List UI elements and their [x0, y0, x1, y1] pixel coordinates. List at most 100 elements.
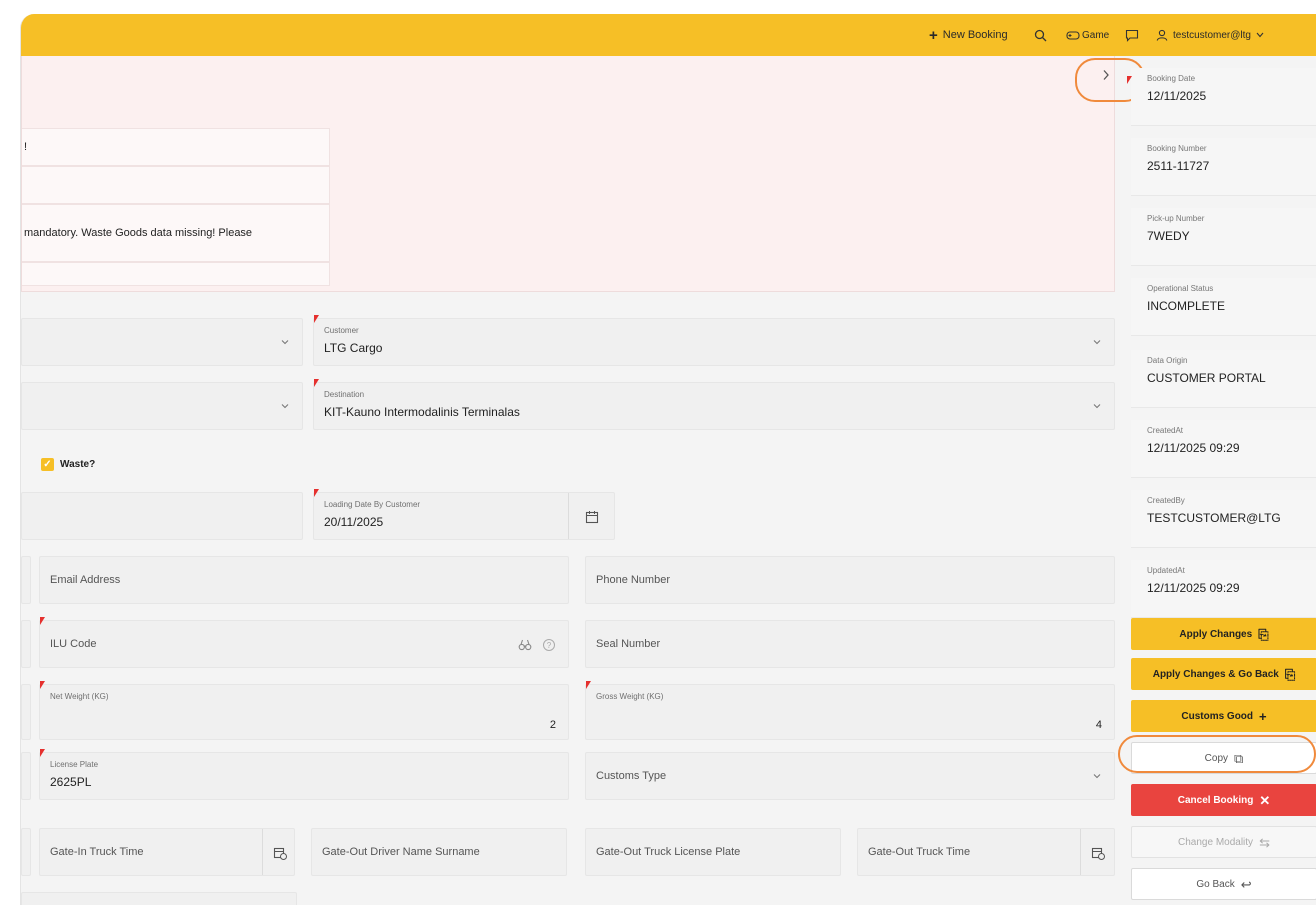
new-booking-button[interactable]: + New Booking: [929, 14, 1008, 56]
new-booking-label: New Booking: [942, 29, 1008, 41]
booking-form-area: ! mandatory. Waste Goods data missing! P…: [21, 56, 1145, 905]
customs-type-placeholder: Customs Type: [596, 770, 667, 782]
apply-changes-go-back-button[interactable]: Apply Changes & Go Back ⎘: [1131, 658, 1316, 690]
email-placeholder: Email Address: [50, 574, 121, 586]
save-icon: ⎘: [1258, 626, 1269, 642]
user-menu[interactable]: testcustomer@ltg: [1156, 14, 1264, 56]
required-marker: [586, 681, 591, 689]
calendar-clock-icon[interactable]: [1091, 846, 1105, 860]
go-back-button[interactable]: Go Back ↩: [1131, 868, 1316, 900]
user-icon: [1156, 29, 1168, 41]
gate-in-truck-time-field[interactable]: Gate-In Truck Time: [39, 828, 295, 876]
seal-number-field[interactable]: Seal Number: [585, 620, 1115, 668]
apply-changes-label: Apply Changes: [1179, 628, 1253, 640]
chevron-down-icon: [1093, 340, 1101, 345]
search-icon: [1034, 29, 1047, 41]
go-back-label: Go Back: [1196, 878, 1235, 890]
loading-date-label: Loading Date By Customer: [324, 500, 421, 509]
required-marker: [40, 681, 45, 689]
left-input-5[interactable]: [21, 620, 31, 668]
net-weight-field[interactable]: Net Weight (KG) 2: [39, 681, 569, 740]
updated-at-item: UpdatedAt 12/11/2025 09:29: [1131, 560, 1316, 618]
gross-weight-field[interactable]: Gross Weight (KG) 4: [585, 681, 1115, 740]
chevron-right-icon: [1103, 70, 1109, 80]
data-origin-item: Data Origin CUSTOMER PORTAL: [1131, 350, 1316, 408]
calendar-icon[interactable]: [585, 510, 599, 524]
cancel-booking-label: Cancel Booking: [1177, 794, 1254, 806]
booking-info-panel: Booking Date 12/11/2025 Booking Number 2…: [1127, 56, 1316, 905]
help-icon[interactable]: ?: [542, 638, 556, 652]
search-button[interactable]: [1034, 14, 1047, 56]
left-input-6[interactable]: [21, 684, 31, 740]
created-by-item: CreatedBy TESTCUSTOMER@LTG: [1131, 490, 1316, 548]
change-modality-label: Change Modality: [1178, 836, 1254, 848]
error-message-1: !: [22, 128, 330, 166]
operational-status-item: Operational Status INCOMPLETE: [1131, 278, 1316, 336]
waste-checkbox[interactable]: ✓ Waste?: [41, 458, 95, 471]
game-controller-icon: [1066, 31, 1080, 40]
user-email: testcustomer@ltg: [1173, 29, 1251, 41]
apply-changes-button[interactable]: Apply Changes ⎘: [1131, 618, 1316, 650]
chevron-down-icon: [1093, 774, 1101, 779]
required-marker: [1127, 76, 1132, 84]
chevron-down-icon: [281, 340, 289, 345]
phone-placeholder: Phone Number: [596, 574, 670, 586]
license-plate-value: 2625PL: [50, 775, 92, 789]
binoculars-icon[interactable]: [518, 638, 532, 652]
error-message-2: [22, 166, 330, 204]
copy-label: Copy: [1204, 752, 1229, 764]
required-marker: [314, 315, 319, 323]
chevron-down-icon: [1256, 32, 1264, 38]
customer-select[interactable]: Customer LTG Cargo: [313, 315, 1115, 366]
calendar-clock-icon[interactable]: [273, 846, 287, 860]
cancel-booking-button[interactable]: Cancel Booking ✕: [1131, 784, 1316, 816]
gate-out-driver-field[interactable]: Gate-Out Driver Name Surname: [311, 828, 567, 876]
change-modality-button[interactable]: Change Modality ⇆: [1131, 826, 1316, 858]
app-root: + New Booking Game testcustomer@ltg ! ma…: [0, 0, 1316, 905]
created-at-item: CreatedAt 12/11/2025 09:29: [1131, 420, 1316, 478]
game-label: Game: [1082, 29, 1110, 41]
game-button[interactable]: Game: [1066, 14, 1109, 56]
net-weight-label: Net Weight (KG): [50, 692, 109, 701]
copy-icon: ⧉: [1234, 750, 1244, 766]
gate-out-truck-time-field[interactable]: Gate-Out Truck Time: [857, 828, 1115, 876]
gate-out-driver-placeholder: Gate-Out Driver Name Surname: [322, 846, 480, 858]
left-input-8[interactable]: [21, 828, 31, 876]
left-input-3[interactable]: [21, 492, 303, 540]
chevron-down-icon: [281, 404, 289, 409]
destination-value: KIT-Kauno Intermodalinis Terminalas: [324, 405, 520, 419]
bottom-input[interactable]: [21, 892, 297, 905]
customs-good-button[interactable]: Customs Good +: [1131, 700, 1316, 732]
email-field[interactable]: Email Address: [39, 556, 569, 604]
collapse-side-panel-button[interactable]: [1093, 62, 1119, 88]
gate-out-plate-placeholder: Gate-Out Truck License Plate: [596, 846, 741, 858]
swap-icon: ⇆: [1259, 834, 1270, 850]
copy-button[interactable]: Copy ⧉: [1131, 742, 1316, 774]
ilu-code-field[interactable]: ILU Code ?: [39, 617, 569, 668]
license-plate-label: License Plate: [50, 760, 99, 769]
error-message-4: [22, 262, 330, 286]
destination-label: Destination: [324, 390, 365, 399]
destination-select[interactable]: Destination KIT-Kauno Intermodalinis Ter…: [313, 379, 1115, 430]
required-marker: [314, 489, 319, 497]
gate-in-truck-time-placeholder: Gate-In Truck Time: [50, 846, 144, 858]
left-input-7[interactable]: [21, 752, 31, 800]
gate-out-plate-field[interactable]: Gate-Out Truck License Plate: [585, 828, 841, 876]
chat-button[interactable]: [1125, 14, 1139, 56]
gross-weight-label: Gross Weight (KG): [596, 692, 664, 701]
checkmark-icon: ✓: [41, 458, 54, 471]
net-weight-value: 2: [549, 719, 556, 731]
waste-label: Waste?: [60, 459, 96, 470]
customs-type-select[interactable]: Customs Type: [585, 752, 1115, 800]
validation-error-panel: ! mandatory. Waste Goods data missing! P…: [21, 56, 1115, 292]
phone-field[interactable]: Phone Number: [585, 556, 1115, 604]
required-marker: [314, 379, 319, 387]
left-input-4[interactable]: [21, 556, 31, 604]
plus-icon: +: [929, 26, 938, 44]
pickup-number-item: Pick-up Number 7WEDY: [1131, 208, 1316, 266]
left-select-1[interactable]: [21, 318, 303, 366]
left-select-2[interactable]: [21, 382, 303, 430]
loading-date-field[interactable]: Loading Date By Customer 20/11/2025: [313, 489, 615, 540]
license-plate-field[interactable]: License Plate 2625PL: [39, 749, 569, 800]
booking-date-item: Booking Date 12/11/2025: [1127, 68, 1316, 126]
